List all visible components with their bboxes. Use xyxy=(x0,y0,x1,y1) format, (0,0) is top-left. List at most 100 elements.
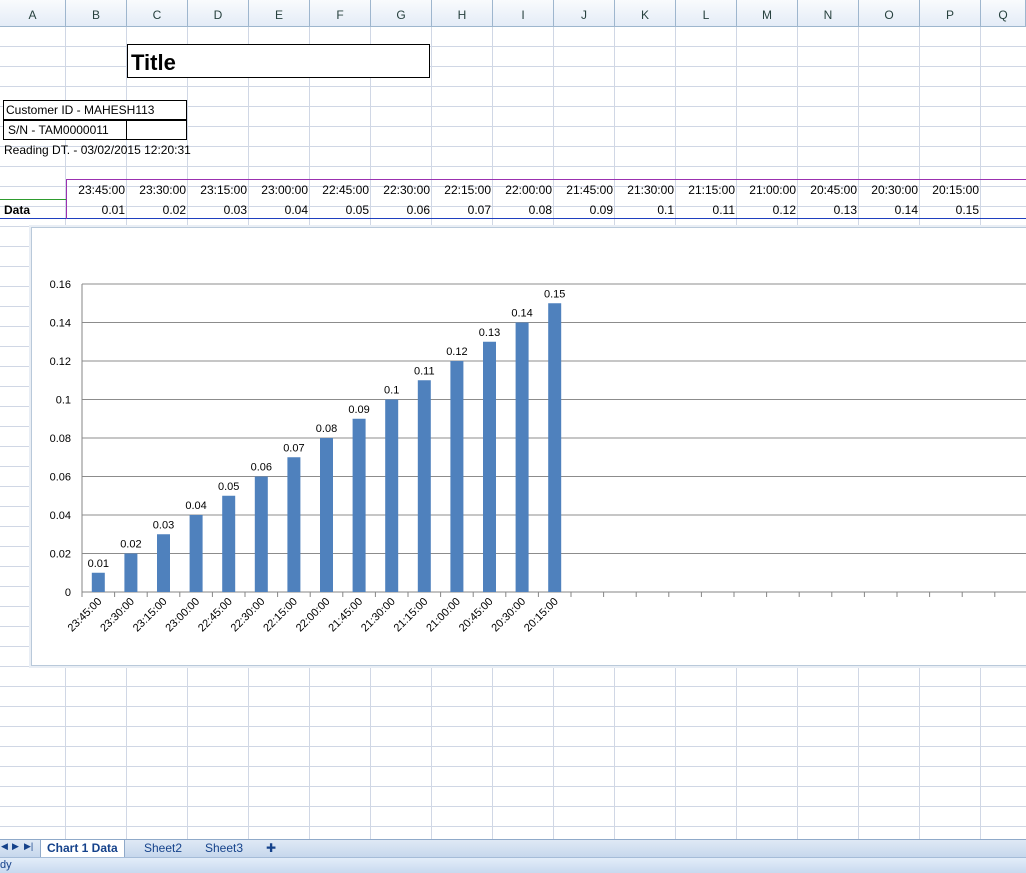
empty-cell[interactable] xyxy=(126,120,187,140)
column-header-j[interactable]: J xyxy=(554,0,615,26)
bar xyxy=(483,341,496,592)
data-label: 0.08 xyxy=(316,423,337,435)
column-header-b[interactable]: B xyxy=(66,0,127,26)
column-header-n[interactable]: N xyxy=(798,0,859,26)
data-label: 0.04 xyxy=(185,500,206,512)
grid-row-line xyxy=(0,726,1026,727)
bar xyxy=(287,457,301,592)
tab-sheet3[interactable]: Sheet3 xyxy=(199,840,249,857)
column-header-bar: ABCDEFGHIJKLMNOPQ xyxy=(0,0,1026,27)
column-header-k[interactable]: K xyxy=(615,0,676,26)
tab-nav-prev-icon[interactable]: ▶ xyxy=(12,841,19,852)
data-value-cell[interactable]: 0.03 xyxy=(188,201,249,219)
grid-row-line xyxy=(0,86,1026,87)
column-header-i[interactable]: I xyxy=(493,0,554,26)
column-header-g[interactable]: G xyxy=(371,0,432,26)
time-header-cell[interactable]: 23:45:00 xyxy=(66,181,127,199)
bar xyxy=(450,361,464,592)
data-label: 0.14 xyxy=(511,308,532,320)
reading-date-cell[interactable]: Reading DT. - 03/02/2015 12:20:31 xyxy=(4,143,191,157)
data-row-label[interactable]: Data xyxy=(4,203,30,217)
time-header-cell[interactable]: 22:30:00 xyxy=(371,181,432,199)
column-header-h[interactable]: H xyxy=(432,0,493,26)
time-header-cell[interactable]: 21:00:00 xyxy=(737,181,798,199)
data-value-cell[interactable]: 0.13 xyxy=(798,201,859,219)
data-value-cell[interactable]: 0.07 xyxy=(432,201,493,219)
customer-id-cell[interactable]: Customer ID - MAHESH113 xyxy=(3,100,187,120)
status-bar: dy xyxy=(0,857,1026,873)
data-label: 0.01 xyxy=(88,558,109,570)
insert-sheet-icon[interactable]: ✚ xyxy=(260,840,282,857)
x-category-label: 22:45:00 xyxy=(196,596,235,635)
data-value-cell[interactable]: 0.04 xyxy=(249,201,310,219)
time-header-cell[interactable]: 22:15:00 xyxy=(432,181,493,199)
time-header-cell[interactable]: 20:30:00 xyxy=(859,181,920,199)
bar xyxy=(222,495,236,592)
data-value-cell[interactable]: 0.01 xyxy=(66,201,127,219)
column-header-l[interactable]: L xyxy=(676,0,737,26)
tab-nav-first-icon[interactable]: ◀ xyxy=(1,841,8,852)
tab-chart-1-data[interactable]: Chart 1 Data xyxy=(40,840,125,858)
column-header-e[interactable]: E xyxy=(249,0,310,26)
range-border xyxy=(66,179,1026,180)
data-label: 0.1 xyxy=(384,385,399,397)
time-header-cell[interactable]: 23:30:00 xyxy=(127,181,188,199)
data-label: 0.13 xyxy=(479,327,500,339)
y-tick-label: 0.02 xyxy=(50,549,71,561)
column-header-c[interactable]: C xyxy=(127,0,188,26)
bar xyxy=(385,399,399,592)
tab-sheet2[interactable]: Sheet2 xyxy=(138,840,188,857)
grid-row-line xyxy=(0,666,1026,667)
column-header-a[interactable]: A xyxy=(0,0,66,26)
data-value-cell[interactable]: 0.12 xyxy=(737,201,798,219)
bar xyxy=(548,303,562,592)
time-header-cell[interactable]: 21:45:00 xyxy=(554,181,615,199)
bar xyxy=(254,476,268,592)
status-text: dy xyxy=(0,859,12,871)
data-value-cell[interactable]: 0.09 xyxy=(554,201,615,219)
data-value-cell[interactable]: 0.06 xyxy=(371,201,432,219)
grid-row-line xyxy=(0,786,1026,787)
data-value-cell[interactable]: 0.11 xyxy=(676,201,737,219)
data-value-cell[interactable]: 0.08 xyxy=(493,201,554,219)
data-label: 0.07 xyxy=(283,442,304,454)
grid-row-line xyxy=(0,706,1026,707)
time-header-cell[interactable]: 21:30:00 xyxy=(615,181,676,199)
x-category-label: 23:15:00 xyxy=(131,596,170,635)
data-value-cell[interactable]: 0.02 xyxy=(127,201,188,219)
time-header-cell[interactable]: 23:15:00 xyxy=(188,181,249,199)
tab-nav-last-icon[interactable]: ▶| xyxy=(24,841,33,852)
time-header-cell[interactable]: 21:15:00 xyxy=(676,181,737,199)
time-header-cell[interactable]: 22:00:00 xyxy=(493,181,554,199)
y-tick-label: 0.16 xyxy=(50,279,71,291)
time-header-cell[interactable]: 23:00:00 xyxy=(249,181,310,199)
column-header-o[interactable]: O xyxy=(859,0,920,26)
serial-number-cell[interactable]: S/N - TAM0000011 xyxy=(3,120,127,140)
column-header-m[interactable]: M xyxy=(737,0,798,26)
data-value-cell[interactable]: 0.15 xyxy=(920,201,981,219)
column-header-d[interactable]: D xyxy=(188,0,249,26)
data-value-cell[interactable]: 0.1 xyxy=(615,201,676,219)
bar xyxy=(320,438,333,592)
time-header-cell[interactable]: 20:45:00 xyxy=(798,181,859,199)
x-category-label: 23:30:00 xyxy=(98,596,137,635)
y-tick-label: 0.1 xyxy=(56,395,71,407)
data-label: 0.02 xyxy=(120,539,141,551)
bar xyxy=(417,380,431,592)
time-header-cell[interactable]: 22:45:00 xyxy=(310,181,371,199)
data-value-cell[interactable]: 0.05 xyxy=(310,201,371,219)
column-header-q[interactable]: Q xyxy=(981,0,1026,26)
x-category-label: 21:15:00 xyxy=(392,596,431,635)
column-header-p[interactable]: P xyxy=(920,0,981,26)
x-category-label: 20:15:00 xyxy=(522,596,561,635)
bar xyxy=(515,322,529,592)
data-label: 0.15 xyxy=(544,288,565,300)
chart-frame[interactable]: 0 0.02 0.04 0.06 0.08 0.1 0.12 0.14 0.16 0.01 23:4… xyxy=(31,227,1026,666)
data-value-cell[interactable]: 0.14 xyxy=(859,201,920,219)
time-header-cell[interactable]: 20:15:00 xyxy=(920,181,981,199)
column-header-f[interactable]: F xyxy=(310,0,371,26)
x-category-label: 23:00:00 xyxy=(163,596,202,635)
sheet-title-cell[interactable]: Title xyxy=(127,44,430,78)
y-tick-label: 0.04 xyxy=(50,510,71,522)
data-label: 0.09 xyxy=(348,404,369,416)
